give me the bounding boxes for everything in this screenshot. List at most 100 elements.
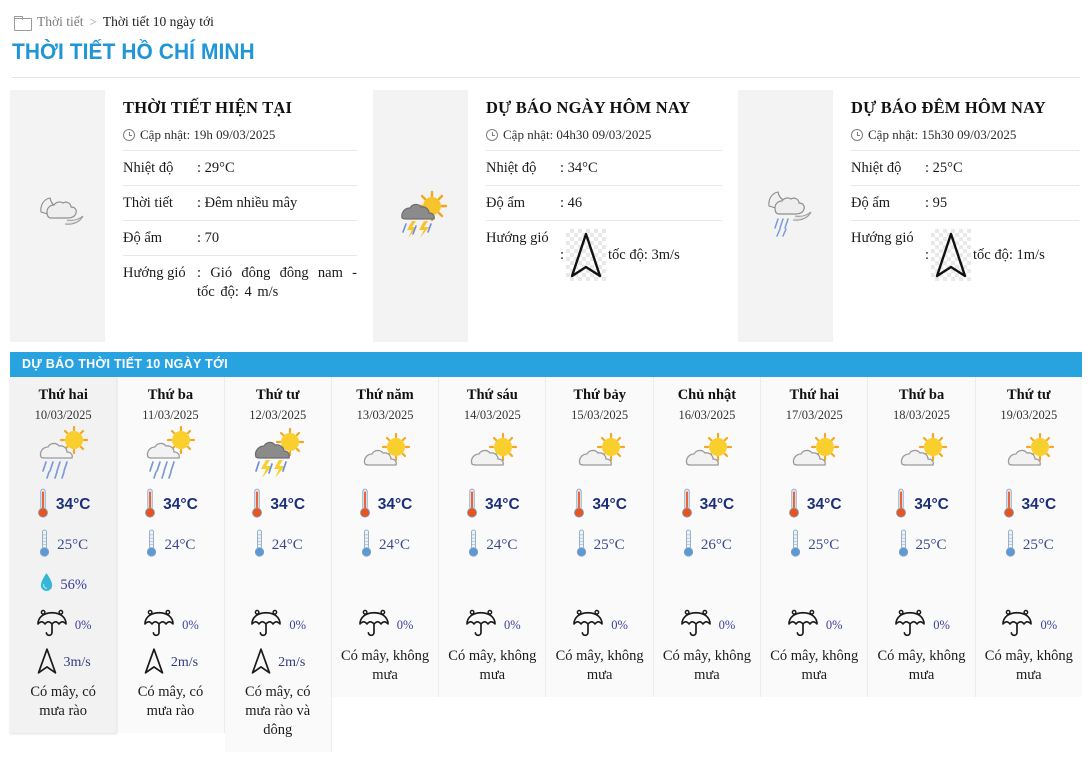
forecast-wind-speed: 2m/s — [170, 655, 199, 670]
forecast-rain-chance: 0% — [611, 617, 628, 632]
forecast-high-temp: 34°C — [699, 496, 735, 513]
card-tonight-forecast: DỰ BÁO ĐÊM HÔM NAY Cập nhật: 15h30 09/03… — [738, 90, 1092, 342]
folder-icon — [14, 15, 32, 31]
table-row: Độ ẩm : 70 — [123, 220, 357, 256]
forecast-day-column[interactable]: Thứ năm 13/03/2025 34°C 24°C 0% Có mây, không… — [331, 377, 440, 697]
forecast-low-temp: 25°C — [593, 536, 625, 553]
umbrella-icon — [679, 609, 713, 642]
forecast-low-temp-row: 25°C — [550, 525, 648, 565]
forecast-low-temp: 25°C — [1022, 536, 1054, 553]
summary-cards: THỜI TIẾT HIỆN TẠI Cập nhật: 19h 09/03/2… — [0, 90, 1092, 342]
forecast-high-temp-row: 34°C — [658, 485, 756, 525]
thermometer-cold-icon — [682, 528, 695, 563]
forecast-low-temp-row: 25°C — [980, 525, 1078, 565]
arrow-north-icon — [250, 646, 272, 681]
forecast-day-column[interactable]: Thứ ba 11/03/2025 34°C 24°C 0% 2m/s Có mây, có… — [117, 377, 225, 733]
breadcrumb-current: Thời tiết 10 ngày tới — [102, 14, 214, 29]
forecast-low-temp: 25°C — [808, 536, 840, 553]
cloud-night-rain-icon — [755, 186, 817, 247]
card-updated: Cập nhật: 04h30 09/03/2025 — [486, 127, 722, 143]
forecast-day-column[interactable]: Thứ bảy 15/03/2025 34°C 25°C 0% Có mây, không… — [546, 377, 654, 697]
forecast-weather-icon-wrap — [872, 427, 970, 485]
forecast-high-temp-row: 34°C — [14, 485, 112, 525]
forecast-day-column[interactable]: Thứ tư 19/03/2025 34°C 25°C 0% Có mây, không … — [975, 377, 1082, 697]
forecast-day-name: Chủ nhật — [677, 387, 737, 403]
thermometer-hot-icon — [1002, 487, 1016, 524]
forecast-low-temp: 24°C — [271, 536, 303, 553]
forecast-day-column[interactable]: Thứ sáu 14/03/2025 34°C 24°C 0% Có mây, không… — [439, 377, 547, 697]
cloud-night-icon — [27, 190, 89, 243]
row-key: Hướng gió — [123, 265, 186, 282]
forecast-low-temp: 24°C — [379, 536, 411, 553]
card-body: DỰ BÁO NGÀY HÔM NAY Cập nhật: 04h30 09/0… — [468, 90, 738, 342]
row-value: : Đêm nhiều mây — [197, 195, 298, 212]
forecast-rain-chance-row: 0% — [872, 605, 970, 645]
forecast-rain-chance: 0% — [504, 617, 521, 632]
forecast-day-column[interactable]: Thứ tư 12/03/2025 34°C 24°C 0% 2m/s Có mây, có… — [224, 377, 332, 752]
row-key: Độ ẩm — [123, 230, 163, 247]
cloud-sun-icon — [462, 432, 522, 481]
forecast-weather-icon-wrap — [14, 425, 112, 485]
forecast-day-date: 18/03/2025 — [893, 408, 950, 422]
thermometer-hot-icon — [143, 487, 157, 524]
forecast-wind-speed: 2m/s — [278, 655, 306, 670]
forecast-high-temp: 34°C — [806, 496, 842, 513]
arrow-north-icon — [931, 229, 972, 282]
forecast-day-date: 11/03/2025 — [142, 408, 199, 422]
card-updated: Cập nhật: 19h 09/03/2025 — [123, 127, 357, 143]
forecast-day-date: 14/03/2025 — [463, 408, 521, 422]
row-key: Hướng gió — [486, 230, 549, 247]
row-value: : 34°C — [560, 160, 598, 176]
forecast-day-column[interactable]: Chủ nhật 16/03/2025 34°C 26°C 0% Có mây, khôn… — [653, 377, 762, 697]
cloud-sun-icon — [892, 432, 952, 481]
clock-icon — [851, 129, 863, 141]
table-row: Hướng gió : Gió đông đông nam - tốc độ: … — [123, 255, 357, 309]
card-title: DỰ BÁO ĐÊM HÔM NAY — [851, 98, 1046, 117]
thermometer-hot-icon — [465, 487, 479, 524]
cloud-sun-icon — [677, 432, 737, 481]
forecast-day-date: 17/03/2025 — [785, 408, 843, 422]
forecast-header-bar: DỰ BÁO THỜI TIẾT 10 NGÀY TỚI — [10, 352, 1082, 377]
table-row-wind: Hướng gió : tốc độ: 3m/s — [486, 220, 722, 290]
forecast-low-temp: 25°C — [915, 536, 947, 553]
row-key: Nhiệt độ — [486, 160, 537, 176]
forecast-high-temp: 34°C — [270, 496, 306, 513]
thermometer-cold-icon — [1004, 528, 1017, 563]
forecast-high-temp-row: 34°C — [443, 485, 541, 525]
thermometer-cold-icon — [467, 528, 480, 563]
breadcrumb-separator: > — [89, 14, 97, 29]
forecast-rain-chance-row: 0% — [980, 605, 1078, 645]
row-value: : 25°C — [925, 160, 963, 176]
forecast-low-temp-row: 25°C — [14, 525, 112, 565]
forecast-rain-chance: 0% — [1040, 617, 1058, 632]
thermometer-cold-icon — [253, 528, 266, 563]
forecast-day-description: Có mây, không mưa — [341, 648, 430, 683]
forecast-day-date: 13/03/2025 — [356, 408, 414, 422]
forecast-day-column[interactable]: Thứ hai 17/03/2025 34°C 25°C 0% Có mây, không… — [761, 377, 869, 697]
row-key: Hướng gió — [851, 230, 914, 247]
umbrella-icon — [1000, 609, 1034, 642]
forecast-high-temp-row: 34°C — [765, 485, 863, 525]
card-updated-text: Cập nhật: 04h30 09/03/2025 — [503, 127, 652, 142]
forecast-high-temp-row: 34°C — [229, 485, 327, 525]
card-current-weather: THỜI TIẾT HIỆN TẠI Cập nhật: 19h 09/03/2… — [10, 90, 373, 342]
forecast-low-temp-row: 24°C — [443, 525, 541, 565]
forecast-rain-chance-row: 0% — [336, 605, 434, 645]
forecast-low-temp: 25°C — [57, 536, 89, 553]
row-value: : tốc độ: 3m/s — [560, 221, 722, 290]
forecast-low-temp-row: 25°C — [872, 525, 970, 565]
forecast-rain-chance: 0% — [933, 617, 950, 632]
forecast-rain-chance-row: 0% — [121, 605, 219, 645]
umbrella-icon — [786, 609, 820, 642]
breadcrumb-parent-link[interactable]: Thời tiết — [37, 14, 84, 30]
thermometer-hot-icon — [680, 487, 694, 524]
forecast-day-name: Thứ tư — [1007, 387, 1051, 403]
forecast-day-column[interactable]: Thứ ba 18/03/2025 34°C 25°C 0% Có mây, không … — [868, 377, 976, 697]
forecast-high-temp: 34°C — [1021, 496, 1057, 513]
forecast-wind-row: 3m/s — [14, 645, 112, 681]
forecast-rain-chance: 0% — [289, 617, 307, 632]
umbrella-icon — [464, 609, 498, 642]
forecast-high-temp: 34°C — [163, 496, 198, 513]
forecast-day-description: Có mây, có mưa rào và dông — [244, 684, 311, 738]
forecast-day-column[interactable]: Thứ hai 10/03/2025 34°C 25°C 56% 0% 3m/s Có mây… — [10, 377, 118, 733]
